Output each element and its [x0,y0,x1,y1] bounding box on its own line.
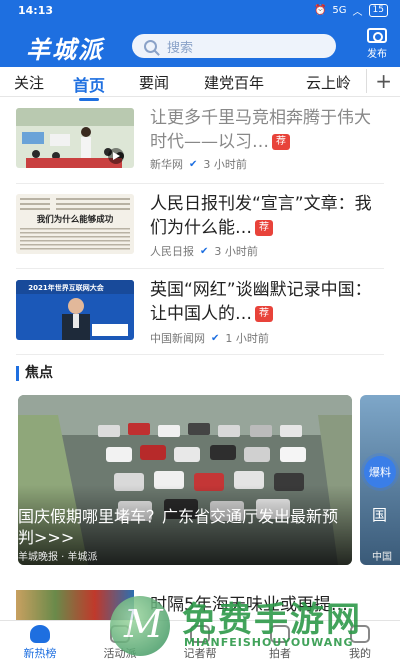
app-logo[interactable]: 羊城派 [26,30,104,65]
news-headline: 人民日报刊发“宣言”文章：我们为什么能… 荐 [150,192,380,240]
app-header: 14:13 ⏰ 5G ︿ 15 羊城派 搜索 发布 [0,0,400,67]
nav-label: 拍者 [269,647,291,660]
tab-yunshangling[interactable]: 云上岭 [306,72,351,93]
divider [16,354,384,355]
list-item[interactable]: 时隔5年海天味业或再提… [0,580,400,620]
channel-tabs: 关注 首页 要闻 建党百年 云上岭 + [0,67,400,101]
news-time: 1 小时前 [225,332,269,345]
recommend-badge: 荐 [272,134,290,150]
list-item[interactable]: 我们为什么能够成功 人民日报刊发“宣言”文章：我们为什么能… 荐 人民日报 ✔ 3… [0,186,400,270]
alarm-icon: ⏰ [313,5,327,16]
news-headline-text: 让更多千里马竞相奔腾于伟大时代——以习… [150,108,371,152]
conference-banner: 2021年世界互联网大会 [28,283,104,292]
tab-news[interactable]: 要闻 [139,72,169,93]
focus-headline[interactable]: 国庆假期哪里堵车？广东省交通厅发出最新预判>>> [18,506,338,548]
reporter-icon [190,625,210,643]
news-thumbnail: 我们为什么能够成功 [16,194,134,254]
nav-activities[interactable]: 活动派 [80,621,160,666]
search-placeholder: 搜索 [167,40,194,56]
nav-me[interactable]: 我的 [320,621,400,666]
tab-home[interactable]: 首页 [73,72,105,101]
news-thumbnail [16,590,134,620]
news-meta: 新华网 ✔ 3 小时前 [150,156,247,172]
tab-follow[interactable]: 关注 [14,72,44,93]
list-item[interactable]: 让更多千里马竞相奔腾于伟大时代——以习… 荐 新华网 ✔ 3 小时前 [0,100,400,184]
status-time: 14:13 [18,4,54,17]
tab-party-centenary[interactable]: 建党百年 [204,72,264,93]
news-headline: 让更多千里马竞相奔腾于伟大时代——以习… 荐 [150,106,380,154]
divider [16,268,384,269]
add-channel-button[interactable]: + [366,69,392,93]
divider [16,183,384,184]
nav-label: 活动派 [103,647,137,660]
news-time: 3 小时前 [214,245,258,258]
news-headline: 时隔5年海天味业或再提… [150,595,348,615]
news-source: 中国新闻网 [150,332,205,345]
news-thumbnail [16,108,134,168]
verified-icon: ✔ [189,158,198,170]
focus-source: 羊城晚报 · 羊城派 [18,552,98,563]
signal-label: 5G [332,5,347,16]
nav-label: 记者帮 [183,647,217,660]
tip-off-button[interactable]: 爆料 [364,456,396,488]
news-thumbnail: 2021年世界互联网大会 [16,280,134,340]
nav-reporter-help[interactable]: 记者帮 [160,621,240,666]
verified-icon: ✔ [200,245,209,257]
nav-photographer[interactable]: 拍者 [240,621,320,666]
search-input[interactable]: 搜索 [132,34,336,58]
camera-icon [270,625,290,643]
focus-next-source: 中国 [372,552,392,563]
publish-button[interactable]: 发布 [360,28,394,60]
news-headline: 英国“网红”谈幽默记录中国：让中国人的… 荐 [150,278,380,326]
news-source: 新华网 [150,158,183,171]
camera-icon [367,28,387,43]
verified-icon: ✔ [211,332,220,344]
section-title-focus: 焦点 [16,366,53,381]
user-icon [350,625,370,643]
recommend-badge: 荐 [255,306,273,322]
list-item[interactable]: 2021年世界互联网大会 英国“网红”谈幽默记录中国：让中国人的… 荐 中国新闻网… [0,272,400,356]
news-meta: 人民日报 ✔ 3 小时前 [150,243,258,259]
news-source: 人民日报 [150,245,194,258]
publish-label: 发布 [367,49,387,60]
nav-hot-list[interactable]: 新热榜 [0,621,80,666]
bottom-nav: 新热榜 活动派 记者帮 拍者 我的 [0,620,400,666]
nav-label: 新热榜 [23,647,57,660]
recommend-badge: 荐 [255,220,273,236]
nav-label: 我的 [349,647,371,660]
status-icons: ⏰ 5G ︿ 15 [314,3,388,18]
news-meta: 中国新闻网 ✔ 1 小时前 [150,330,269,346]
wifi-icon: ︿ [352,7,363,18]
activity-icon [110,625,130,643]
focus-next-headline: 国 [372,506,388,524]
newspaper-heading: 我们为什么能够成功 [37,214,114,225]
news-time: 3 小时前 [203,158,247,171]
battery-icon: 15 [368,4,388,17]
flame-icon [30,625,50,643]
status-bar: 14:13 ⏰ 5G ︿ 15 [0,0,400,22]
search-icon [144,39,157,53]
